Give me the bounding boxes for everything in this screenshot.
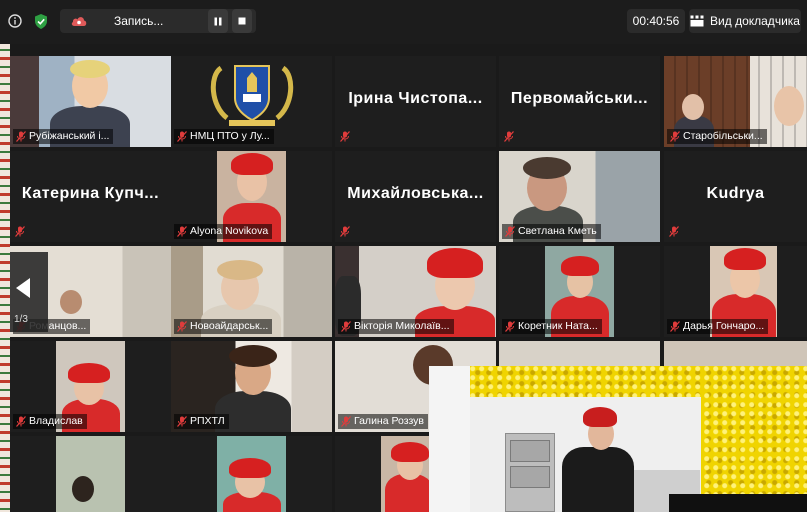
participant-name-display: Катерина Купч... (21, 185, 160, 202)
video-tile[interactable]: Коретник Ната... (499, 246, 660, 337)
participant-name-display: Kudrya (706, 185, 765, 202)
video-tile[interactable]: Первомайськи... (499, 56, 660, 147)
participant-name: НМЦ ПТО у Лу... (174, 129, 274, 144)
background-strip (0, 0, 10, 512)
recording-label: Запись... (114, 14, 164, 28)
meeting-toolbar: Запись... 00:40:56 Вид докладчика (0, 0, 807, 44)
mic-muted-icon (505, 226, 515, 237)
mic-muted-icon (16, 131, 26, 142)
page-indicator: 1/3 (14, 314, 28, 325)
participant-name: Новоайдарськ... (174, 319, 273, 334)
meeting-timer: 00:40:56 (627, 9, 685, 33)
participant-name: Дарья Гончаро... (667, 319, 769, 334)
video-tile[interactable]: Катерина Купч... (10, 151, 171, 242)
info-button[interactable] (6, 9, 24, 33)
stop-icon (238, 17, 246, 25)
mic-muted-icon (669, 226, 679, 237)
stop-recording-button[interactable] (232, 9, 252, 33)
mic-muted-icon (340, 131, 350, 142)
mic-muted-icon (504, 131, 514, 142)
video-tile[interactable]: Дарья Гончаро... (664, 246, 807, 337)
video-tile[interactable]: Рубіжанський і... (10, 56, 171, 147)
info-icon (8, 14, 22, 28)
video-tile[interactable]: Старобільськи... (664, 56, 807, 147)
participant-name-display: Ірина Чистопа... (348, 90, 483, 107)
pause-recording-button[interactable] (208, 9, 228, 33)
mic-muted-icon (670, 321, 680, 332)
video-tile[interactable]: Михайловська... (335, 151, 496, 242)
shield-icon (35, 13, 47, 29)
mic-muted-icon (177, 416, 187, 427)
mic-muted-icon (670, 131, 680, 142)
participant-name: Владислав (13, 414, 87, 429)
participant-name: Alyona Novikova (174, 224, 273, 239)
mic-muted-icon (15, 226, 25, 237)
chef-presenter (562, 447, 634, 512)
video-tile[interactable]: Новоайдарськ... (171, 246, 332, 337)
participant-name-display: Михайловська... (347, 185, 484, 202)
participant-name: Коретник Ната... (502, 319, 602, 334)
speaker-view-icon (690, 15, 704, 27)
video-tile[interactable] (171, 436, 332, 512)
participant-name: Вікторія Миколаїв... (338, 319, 454, 334)
mic-muted-icon (341, 321, 351, 332)
mic-muted-icon (341, 416, 351, 427)
mic-muted-icon (505, 321, 515, 332)
mic-muted-icon (177, 131, 187, 142)
pause-icon (214, 17, 222, 25)
mic-muted-icon (177, 321, 187, 332)
mic-muted-icon (177, 226, 187, 237)
video-tile-active-speaker[interactable]: Вікторія Миколаїв... (335, 246, 496, 337)
video-tile[interactable] (10, 436, 171, 512)
chevron-left-icon (16, 278, 30, 298)
video-tile[interactable]: Ірина Чистопа... (335, 56, 496, 147)
video-tile[interactable]: Владислав (10, 341, 171, 432)
participant-name: Галина Роззув (338, 414, 428, 429)
cloud-record-icon (71, 17, 87, 26)
video-tile[interactable]: Alyona Novikova (171, 151, 332, 242)
crest-logo (210, 65, 294, 126)
participant-name: РПХТЛ (174, 414, 229, 429)
video-tile[interactable]: Kudrya (664, 151, 807, 242)
video-tile[interactable]: Светлана Кметь (499, 151, 660, 242)
participant-name-display: Первомайськи... (510, 90, 649, 107)
participant-name: Рубіжанський і... (13, 129, 114, 144)
mic-muted-icon (16, 416, 26, 427)
mic-muted-icon (340, 226, 350, 237)
encryption-button[interactable] (31, 9, 51, 33)
video-tile[interactable]: РПХТЛ (171, 341, 332, 432)
participant-name: Светлана Кметь (502, 224, 601, 239)
oven-image (505, 433, 555, 512)
speaker-view-label: Вид докладчика (710, 14, 800, 28)
speaker-view-button[interactable]: Вид докладчика (689, 9, 801, 33)
previous-page-button[interactable]: 1/3 (10, 252, 48, 332)
video-tile[interactable]: НМЦ ПТО у Лу... (171, 56, 332, 147)
participant-name: Старобільськи... (667, 129, 767, 144)
